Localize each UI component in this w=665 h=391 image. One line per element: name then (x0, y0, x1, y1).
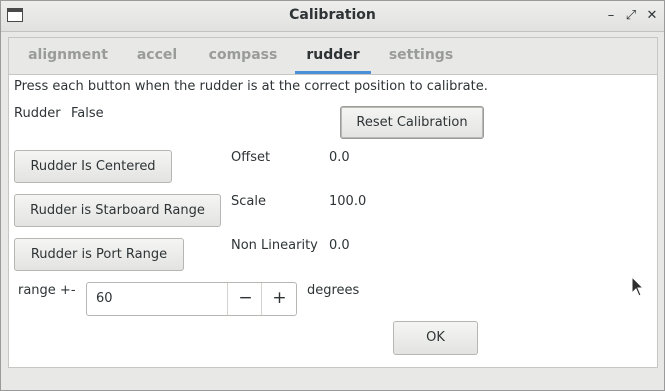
tab-accel[interactable]: accel (129, 38, 185, 74)
tab-bar: alignment accel compass rudder settings (9, 38, 657, 75)
instructions-text: Press each button when the rudder is at … (14, 79, 488, 94)
tab-settings[interactable]: settings (381, 38, 461, 74)
scale-value: 100.0 (329, 194, 367, 209)
range-spinbutton[interactable]: 60 − + (86, 282, 297, 316)
minimize-icon[interactable]: – (601, 6, 621, 26)
title-bar[interactable]: Calibration – ⤢ ✕ (1, 1, 664, 32)
ok-button[interactable]: OK (393, 321, 478, 355)
range-unit: degrees (307, 283, 360, 298)
reset-calibration-button[interactable]: Reset Calibration (340, 106, 484, 139)
offset-label: Offset (231, 150, 271, 165)
scale-label: Scale (231, 194, 266, 209)
range-input[interactable]: 60 (96, 291, 113, 306)
mouse-pointer-icon (631, 276, 645, 297)
maximize-icon[interactable]: ⤢ (621, 6, 641, 26)
rudder-centered-button[interactable]: Rudder Is Centered (14, 150, 172, 183)
nonlinearity-value: 0.0 (329, 238, 350, 253)
calibration-window: Calibration – ⤢ ✕ alignment accel compas… (0, 0, 665, 391)
rudder-status-value: False (71, 106, 104, 121)
decrement-icon[interactable]: − (227, 283, 263, 315)
nonlinearity-label: Non Linearity (231, 238, 318, 253)
range-label: range +- (18, 283, 76, 298)
tab-alignment[interactable]: alignment (23, 38, 113, 74)
tab-compass[interactable]: compass (199, 38, 287, 74)
window-title: Calibration (289, 7, 376, 23)
increment-icon[interactable]: + (261, 283, 297, 315)
offset-value: 0.0 (329, 150, 350, 165)
close-icon[interactable]: ✕ (642, 6, 662, 26)
rudder-port-button[interactable]: Rudder is Port Range (14, 238, 184, 271)
rudder-status-label: Rudder (14, 106, 61, 121)
tab-rudder[interactable]: rudder (295, 38, 371, 74)
rudder-starboard-button[interactable]: Rudder is Starboard Range (14, 194, 221, 227)
